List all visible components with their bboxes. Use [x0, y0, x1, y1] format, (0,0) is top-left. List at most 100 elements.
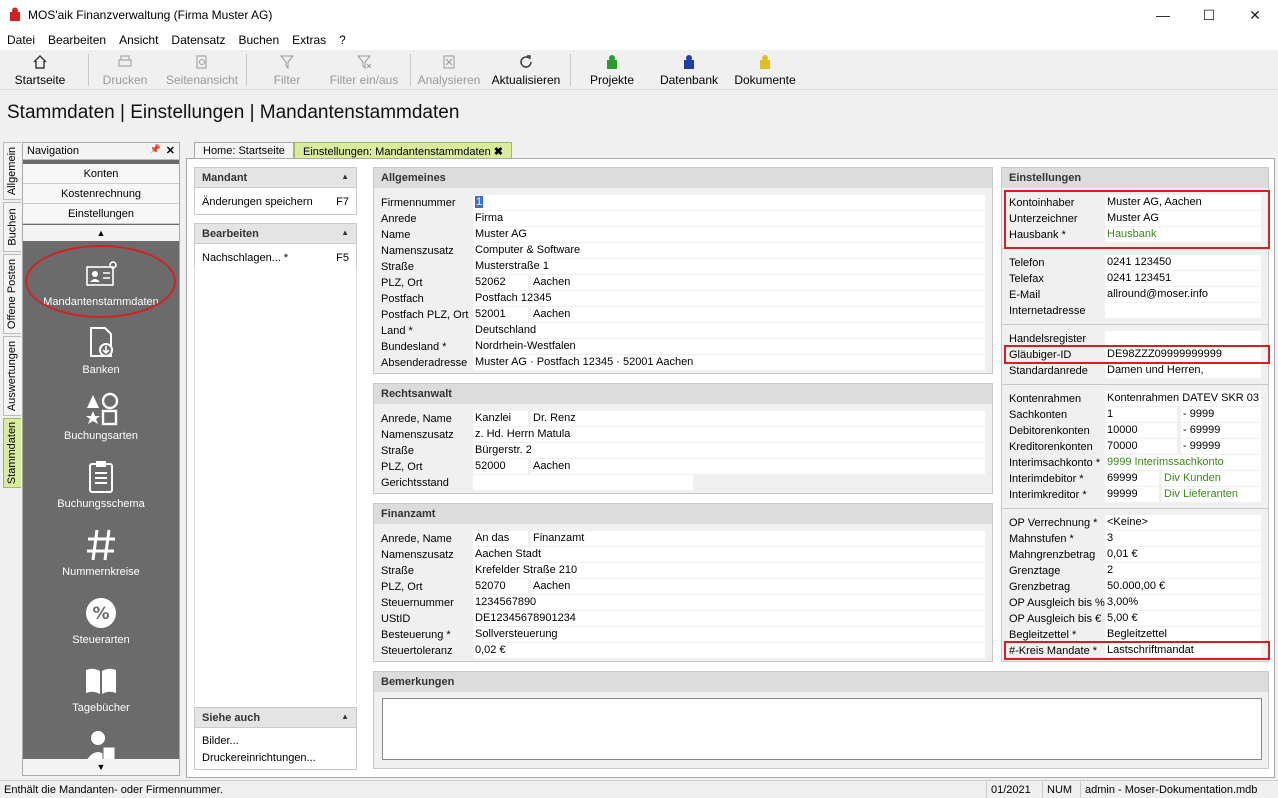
collapse-icon[interactable]: ▲	[341, 228, 349, 237]
vtab-allgemein[interactable]: Allgemein	[3, 142, 21, 200]
name-field[interactable]: Muster AG	[473, 227, 985, 242]
handelsregister-field[interactable]	[1105, 331, 1261, 346]
opausgleich-euro-field[interactable]: 5,00 €	[1105, 611, 1261, 626]
firmennummer-field[interactable]: 1	[473, 195, 985, 210]
postfach-ort-field[interactable]: Aachen	[531, 307, 985, 322]
namenszusatz-field[interactable]: Computer & Software	[473, 243, 985, 258]
ustid-field[interactable]: DE12345678901234	[473, 611, 985, 626]
kreditoren-from-field[interactable]: 70000	[1105, 439, 1177, 454]
absender-field[interactable]: Muster AG · Postfach 12345 · 52001 Aache…	[473, 355, 985, 370]
anrede-field[interactable]: Firma	[473, 211, 985, 226]
ra-name-field[interactable]: Dr. Renz	[531, 411, 985, 426]
land-field[interactable]: Deutschland	[473, 323, 985, 338]
strasse-field[interactable]: Musterstraße 1	[473, 259, 985, 274]
bundesland-field[interactable]: Nordrhein-Westfalen	[473, 339, 985, 354]
close-window-button[interactable]: ✕	[1232, 0, 1278, 30]
siehe-auch-header[interactable]: Siehe auch ▲	[195, 708, 356, 728]
nav-item-buchungsschema[interactable]: Buchungsschema	[23, 459, 179, 510]
email-field[interactable]: allround@moser.info	[1105, 287, 1261, 302]
tab-home[interactable]: Home: Startseite	[194, 142, 294, 159]
ra-plz-field[interactable]: 52000	[473, 459, 528, 474]
collapse-icon[interactable]: ▲	[341, 712, 349, 721]
standardanrede-field[interactable]: Damen und Herren,	[1105, 363, 1261, 378]
maximize-button[interactable]: ☐	[1186, 0, 1232, 30]
ra-anrede-field[interactable]: Kanzlei	[473, 411, 528, 426]
nachschlagen-action[interactable]: Nachschlagen... * F5	[195, 249, 356, 266]
vtab-auswertungen[interactable]: Auswertungen	[3, 336, 21, 416]
analysieren-button[interactable]: Analysieren	[416, 52, 482, 88]
bemerkungen-textarea[interactable]	[382, 698, 1262, 760]
vtab-offene-posten[interactable]: Offene Posten	[3, 254, 21, 334]
collapse-icon[interactable]: ▲	[341, 172, 349, 181]
druckereinrichtungen-link[interactable]: Druckereinrichtungen...	[195, 749, 356, 766]
pin-icon[interactable]: 📌	[150, 144, 161, 155]
nav-item-tagebuecher[interactable]: Tagebücher	[23, 663, 179, 714]
besteuerung-field[interactable]: Sollversteuerung	[473, 627, 985, 642]
ra-namenszusatz-field[interactable]: z. Hd. Herrn Matula	[473, 427, 985, 442]
interimsachkonto-field[interactable]: 9999 Interimssachkonto	[1105, 455, 1261, 470]
seitenansicht-button[interactable]: Seitenansicht	[164, 52, 240, 88]
grenzbetrag-field[interactable]: 50.000,00 €	[1105, 579, 1261, 594]
internet-field[interactable]	[1105, 303, 1261, 318]
mandant-header[interactable]: Mandant ▲	[195, 168, 356, 188]
dokumente-button[interactable]: Dokumente	[730, 52, 800, 88]
ort-field[interactable]: Aachen	[531, 275, 985, 290]
gerichtsstand-field[interactable]	[473, 475, 693, 490]
aenderungen-speichern-action[interactable]: Änderungen speichern F7	[195, 193, 356, 210]
kontenrahmen-field[interactable]: Kontenrahmen DATEV SKR 03	[1105, 391, 1261, 406]
tab-close-icon[interactable]: ✖	[494, 146, 503, 158]
minimize-button[interactable]: —	[1140, 0, 1186, 30]
nav-item-nummernkreise[interactable]: Nummernkreise	[23, 527, 179, 578]
close-icon[interactable]: ✕	[166, 144, 175, 157]
menu-datei[interactable]: Datei	[0, 30, 41, 47]
mahnstufen-field[interactable]: 3	[1105, 531, 1261, 546]
kreditoren-to-field[interactable]: - 99999	[1181, 439, 1261, 454]
datenbank-button[interactable]: Datenbank	[656, 52, 722, 88]
begleitzettel-field[interactable]: Begleitzettel	[1105, 627, 1261, 642]
tab-mandantenstammdaten[interactable]: Einstellungen: Mandantenstammdaten ✖	[294, 142, 513, 159]
fa-plz-field[interactable]: 52070	[473, 579, 528, 594]
debitoren-to-field[interactable]: - 69999	[1181, 423, 1261, 438]
ra-strasse-field[interactable]: Bürgerstr. 2	[473, 443, 985, 458]
vtab-stammdaten[interactable]: Stammdaten	[3, 418, 21, 488]
telefon-field[interactable]: 0241 123450	[1105, 255, 1261, 270]
interimdebitor-field[interactable]: 69999	[1105, 471, 1159, 486]
menu-extras[interactable]: Extras	[285, 30, 332, 47]
postfach-plz-field[interactable]: 52001	[473, 307, 528, 322]
mahngrenz-field[interactable]: 0,01 €	[1105, 547, 1261, 562]
sachkonten-to-field[interactable]: - 9999	[1181, 407, 1261, 422]
sachkonten-from-field[interactable]: 1	[1105, 407, 1177, 422]
nav-item-banken[interactable]: Banken	[23, 325, 179, 376]
aktualisieren-button[interactable]: Aktualisieren	[488, 52, 564, 88]
fa-ort-field[interactable]: Aachen	[531, 579, 985, 594]
menu-bearbeiten[interactable]: Bearbeiten	[41, 30, 112, 47]
interimkreditor-field[interactable]: 99999	[1105, 487, 1159, 502]
nav-category-konten[interactable]: Konten	[23, 164, 179, 184]
nav-item-steuerarten[interactable]: % Steuerarten	[23, 595, 179, 646]
interimkreditor-name-field[interactable]: Div Lieferanten	[1162, 487, 1261, 502]
steuertoleranz-field[interactable]: 0,02 €	[473, 643, 985, 658]
steuernummer-field[interactable]: 1234567890	[473, 595, 985, 610]
opausgleich-prozent-field[interactable]: 3,00%	[1105, 595, 1261, 610]
drucken-button[interactable]: Drucken	[100, 52, 150, 88]
nav-item-partial[interactable]	[23, 729, 179, 759]
menu-buchen[interactable]: Buchen	[231, 30, 285, 47]
menu-help[interactable]: ?	[332, 30, 352, 47]
opverrechnung-field[interactable]: <Keine>	[1105, 515, 1261, 530]
menu-ansicht[interactable]: Ansicht	[112, 30, 164, 47]
debitoren-from-field[interactable]: 10000	[1105, 423, 1177, 438]
fa-name-field[interactable]: Finanzamt	[531, 531, 985, 546]
nav-category-kostenrechnung[interactable]: Kostenrechnung	[23, 184, 179, 204]
filter-toggle-button[interactable]: Filter ein/aus	[326, 52, 402, 88]
plz-field[interactable]: 52062	[473, 275, 528, 290]
nav-scroll-up[interactable]: ▲	[23, 225, 179, 241]
interimdebitor-name-field[interactable]: Div Kunden	[1162, 471, 1261, 486]
bearbeiten-header[interactable]: Bearbeiten ▲	[195, 224, 356, 244]
postfach-field[interactable]: Postfach 12345	[473, 291, 985, 306]
grenztage-field[interactable]: 2	[1105, 563, 1261, 578]
fa-anrede-field[interactable]: An das	[473, 531, 528, 546]
bilder-link[interactable]: Bilder...	[195, 732, 356, 749]
menu-datensatz[interactable]: Datensatz	[164, 30, 231, 47]
fa-strasse-field[interactable]: Krefelder Straße 210	[473, 563, 985, 578]
filter-button[interactable]: Filter	[262, 52, 312, 88]
